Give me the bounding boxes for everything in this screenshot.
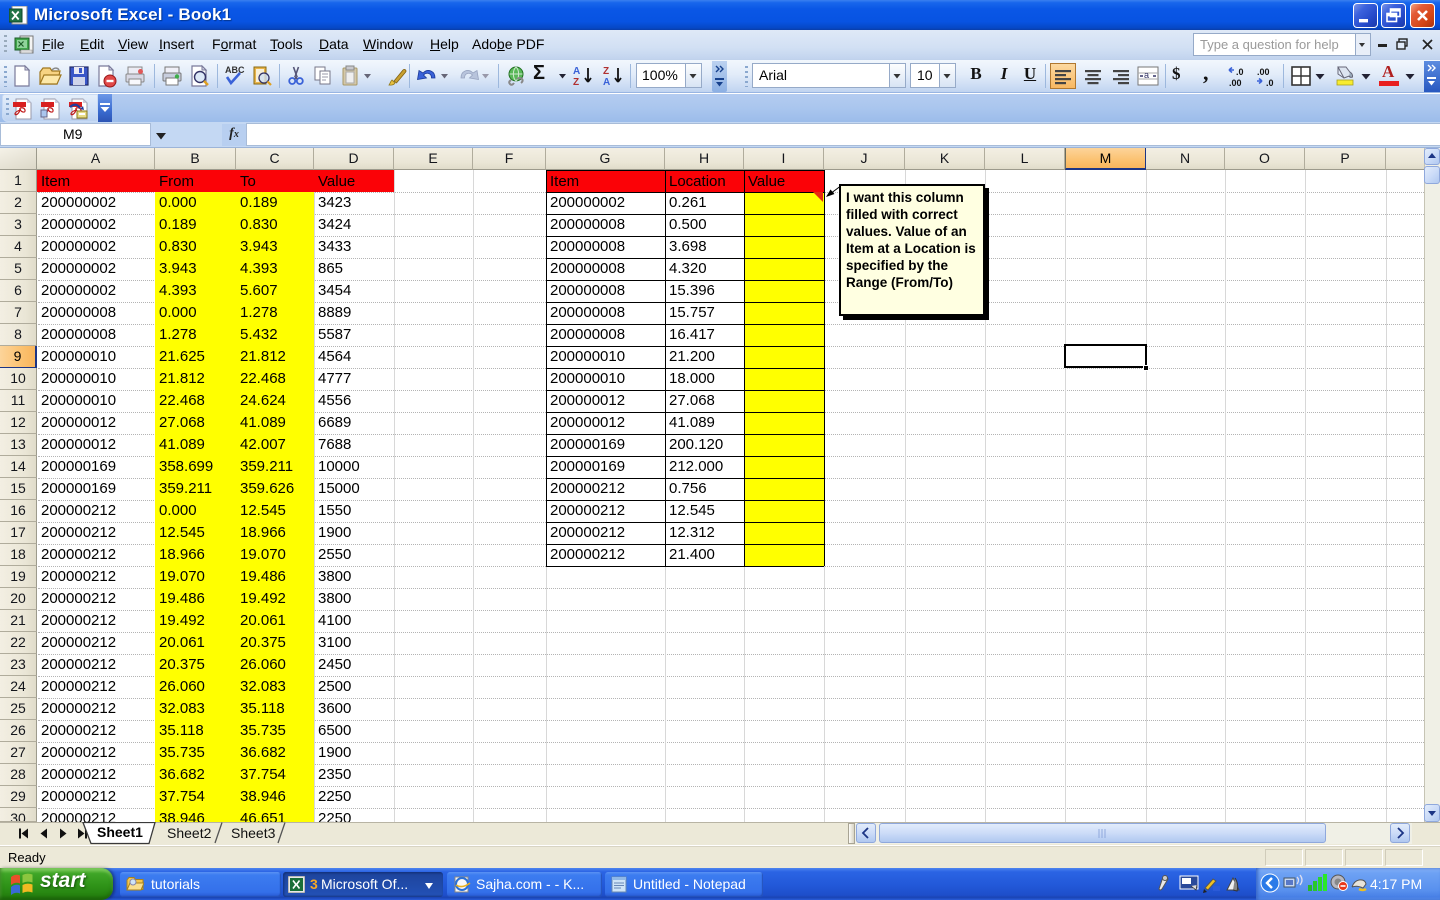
svg-text:.00: .00 — [1257, 67, 1270, 77]
svg-text:.0: .0 — [1266, 78, 1274, 88]
svg-text:Z: Z — [573, 77, 579, 88]
svg-text:ABC: ABC — [225, 65, 245, 75]
svg-text:A: A — [603, 77, 610, 88]
svg-text:.0: .0 — [1236, 67, 1244, 77]
svg-text:A: A — [573, 66, 580, 77]
svg-text:Z: Z — [603, 66, 609, 77]
svg-text:a: a — [1144, 70, 1149, 80]
svg-text:.00: .00 — [1229, 78, 1242, 88]
